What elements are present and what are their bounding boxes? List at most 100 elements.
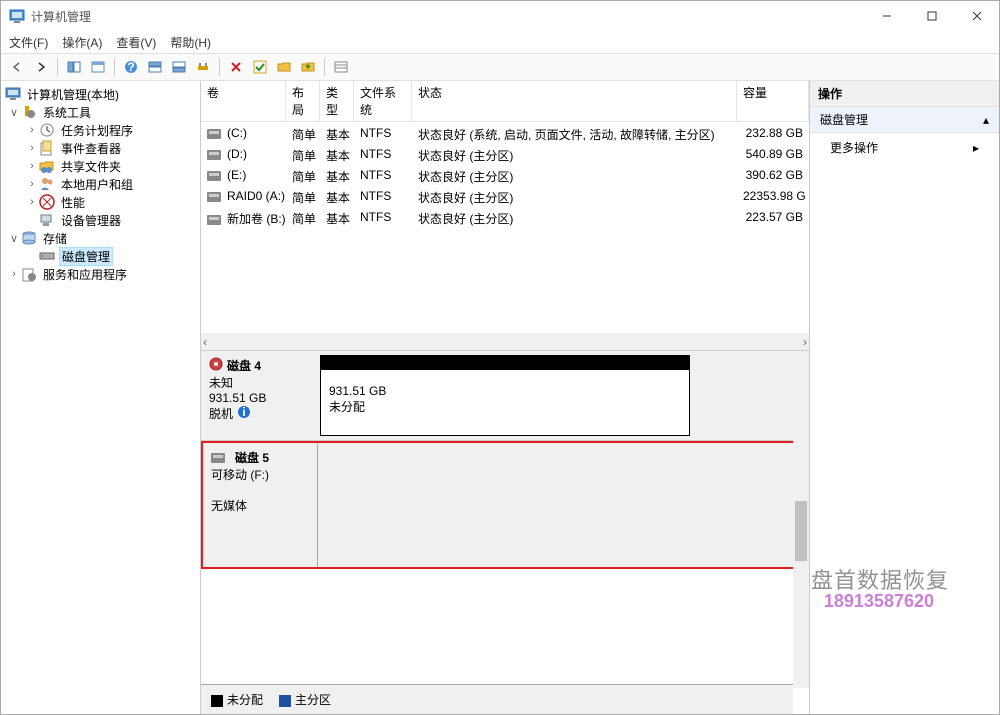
actions-more[interactable]: 更多操作 ▸ (810, 133, 999, 162)
expand-icon[interactable]: › (25, 160, 39, 172)
disk-graphical-pane: 磁盘 4 未知 931.51 GB 脱机i 931.51 GB 未分配 (201, 351, 809, 714)
expand-icon[interactable]: › (25, 124, 39, 136)
tree-services[interactable]: › 服务和应用程序 (3, 265, 198, 283)
expand-icon[interactable]: › (25, 178, 39, 190)
maximize-button[interactable] (909, 1, 954, 31)
svg-text:?: ? (127, 60, 134, 74)
legend: 未分配 主分区 (201, 684, 793, 714)
volume-row[interactable]: (E:) 简单 基本 NTFS 状态良好 (主分区) 390.62 GB (201, 166, 809, 187)
close-button[interactable] (954, 1, 999, 31)
menu-view[interactable]: 查看(V) (116, 34, 156, 51)
event-icon (39, 140, 55, 156)
separator (114, 58, 115, 76)
disk-mgmt-icon (39, 248, 55, 264)
disk-icon (209, 357, 223, 374)
tree-performance[interactable]: › 性能 (3, 193, 198, 211)
disk-5-header: 磁盘 5 可移动 (F:) 无媒体 (203, 443, 318, 567)
partition-size: 931.51 GB (329, 384, 681, 398)
disk-4-header: 磁盘 4 未知 931.51 GB 脱机i (201, 351, 316, 440)
minimize-button[interactable] (864, 1, 909, 31)
users-icon (39, 176, 55, 192)
volume-row[interactable]: (C:) 简单 基本 NTFS 状态良好 (系统, 启动, 页面文件, 活动, … (201, 124, 809, 145)
tree-device-manager[interactable]: 设备管理器 (3, 211, 198, 229)
tree-shared-folders[interactable]: › 共享文件夹 (3, 157, 198, 175)
actions-pane: 操作 磁盘管理 ▴ 更多操作 ▸ (809, 81, 999, 714)
help-button[interactable]: ? (121, 57, 141, 77)
v-scrollbar[interactable] (793, 351, 809, 688)
menu-help[interactable]: 帮助(H) (170, 34, 211, 51)
disk-state-text: 脱机 (209, 405, 233, 422)
settings-button[interactable] (193, 57, 213, 77)
list-view-button[interactable] (331, 57, 351, 77)
volume-row[interactable]: (D:) 简单 基本 NTFS 状态良好 (主分区) 540.89 GB (201, 145, 809, 166)
disk-status-text: 未知 (209, 374, 308, 391)
tree-root[interactable]: 计算机管理(本地) (3, 85, 198, 103)
collapse-up-icon[interactable]: ▴ (983, 113, 989, 127)
expand-icon[interactable]: › (25, 142, 39, 154)
expand-icon[interactable]: › (7, 268, 21, 280)
app-icon (9, 8, 25, 24)
volume-row[interactable]: RAID0 (A:) 简单 基本 NTFS 状态良好 (主分区) 22353.9… (201, 187, 809, 208)
menu-action[interactable]: 操作(A) (62, 34, 102, 51)
volume-row[interactable]: 新加卷 (B:) 简单 基本 NTFS 状态良好 (主分区) 223.57 GB (201, 208, 809, 229)
services-icon (21, 266, 37, 282)
disk-5-row[interactable]: 磁盘 5 可移动 (F:) 无媒体 (201, 441, 809, 569)
col-type[interactable]: 类型 (320, 81, 354, 121)
folder-button[interactable] (274, 57, 294, 77)
separator (57, 58, 58, 76)
tree-event-viewer[interactable]: › 事件查看器 (3, 139, 198, 157)
col-capacity[interactable]: 容量 (737, 81, 809, 121)
volume-rows: (C:) 简单 基本 NTFS 状态良好 (系统, 启动, 页面文件, 活动, … (201, 122, 809, 333)
forward-button[interactable] (31, 57, 51, 77)
drive-icon (207, 150, 221, 160)
shared-folder-icon (39, 158, 55, 174)
partition-bar (321, 356, 689, 370)
main-body: 计算机管理(本地) ∨ 系统工具 › 任务计划程序 › 事件查看器 › 共享文件… (1, 81, 999, 714)
device-icon (39, 212, 55, 228)
h-scrollbar[interactable]: ‹› (201, 333, 809, 350)
tree-disk-management[interactable]: 磁盘管理 (3, 247, 198, 265)
performance-icon (39, 194, 55, 210)
separator (324, 58, 325, 76)
col-filesystem[interactable]: 文件系统 (354, 81, 412, 121)
computer-icon (5, 86, 21, 102)
clock-icon (39, 122, 55, 138)
menu-file[interactable]: 文件(F) (9, 34, 48, 51)
menubar: 文件(F) 操作(A) 查看(V) 帮助(H) (1, 31, 999, 53)
disk-4-row[interactable]: 磁盘 4 未知 931.51 GB 脱机i 931.51 GB 未分配 (201, 351, 809, 441)
tools-icon (21, 104, 37, 120)
collapse-icon[interactable]: ∨ (7, 232, 21, 245)
collapse-icon[interactable]: ∨ (7, 106, 21, 119)
view-bottom-button[interactable] (169, 57, 189, 77)
info-icon[interactable]: i (237, 405, 251, 422)
submenu-arrow-icon: ▸ (973, 141, 979, 155)
app-window: 计算机管理 文件(F) 操作(A) 查看(V) 帮助(H) ? (0, 0, 1000, 715)
view-top-button[interactable] (145, 57, 165, 77)
separator (219, 58, 220, 76)
folder-up-button[interactable] (298, 57, 318, 77)
disk-nomedia-text: 无媒体 (211, 497, 309, 514)
svg-text:i: i (242, 405, 245, 419)
tree-system-tools[interactable]: ∨ 系统工具 (3, 103, 198, 121)
expand-icon[interactable]: › (25, 196, 39, 208)
toolbar: ? (1, 53, 999, 81)
legend-primary: 主分区 (279, 691, 331, 708)
tree-local-users[interactable]: › 本地用户和组 (3, 175, 198, 193)
nav-tree[interactable]: 计算机管理(本地) ∨ 系统工具 › 任务计划程序 › 事件查看器 › 共享文件… (1, 81, 201, 714)
delete-button[interactable] (226, 57, 246, 77)
disk-4-body: 931.51 GB 未分配 (316, 351, 809, 440)
col-status[interactable]: 状态 (412, 81, 737, 121)
show-hide-tree-button[interactable] (64, 57, 84, 77)
check-button[interactable] (250, 57, 270, 77)
actions-section[interactable]: 磁盘管理 ▴ (810, 107, 999, 133)
col-layout[interactable]: 布局 (286, 81, 320, 121)
back-button[interactable] (7, 57, 27, 77)
col-volume[interactable]: 卷 (201, 81, 286, 121)
properties-button[interactable] (88, 57, 108, 77)
disk-removable-text: 可移动 (F:) (211, 466, 309, 483)
partition-unallocated[interactable]: 931.51 GB 未分配 (320, 355, 690, 436)
tree-storage[interactable]: ∨ 存储 (3, 229, 198, 247)
tree-task-scheduler[interactable]: › 任务计划程序 (3, 121, 198, 139)
drive-icon (207, 129, 221, 139)
legend-unallocated: 未分配 (211, 691, 263, 708)
